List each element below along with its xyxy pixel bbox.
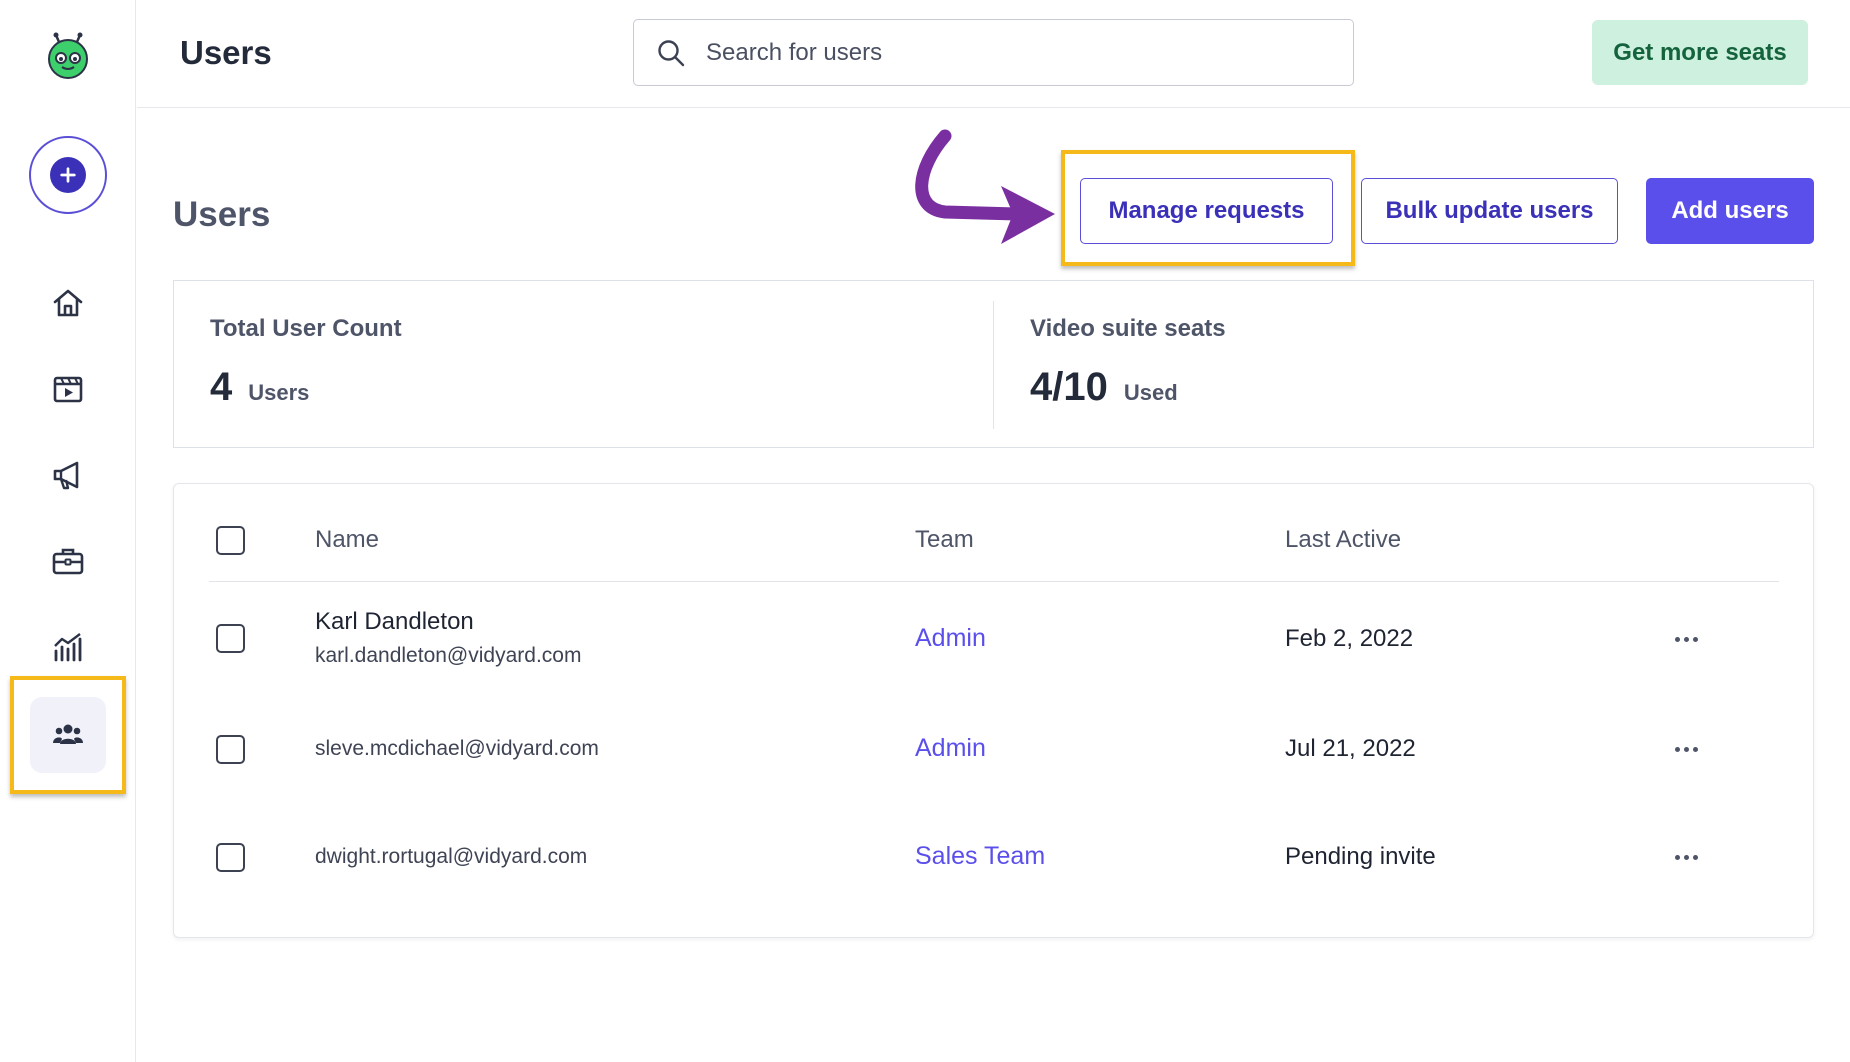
stat-value: 4/10 (1030, 365, 1108, 409)
create-button[interactable] (29, 136, 107, 214)
video-suite-seats-stat: Video suite seats 4/10 Used (1030, 315, 1226, 410)
column-header-team[interactable]: Team (915, 526, 974, 554)
users-icon (53, 724, 83, 744)
page-title: Users (173, 195, 271, 234)
top-header: Users Get more seats (137, 0, 1850, 108)
user-email: sleve.mcdichael@vidyard.com (315, 737, 599, 760)
user-stats-panel: Total User Count 4 Users Video suite sea… (173, 280, 1814, 448)
sidebar-item-campaigns[interactable] (30, 437, 106, 513)
sidebar-item-videos[interactable] (30, 351, 106, 427)
header-divider (209, 581, 1779, 582)
sidebar-item-analytics[interactable] (30, 609, 106, 685)
megaphone-icon (53, 461, 79, 490)
user-last-active: Pending invite (1285, 843, 1436, 870)
search-box[interactable] (633, 19, 1354, 86)
total-user-count-stat: Total User Count 4 Users (210, 315, 402, 410)
user-name: Karl Dandleton (315, 608, 474, 635)
user-team-link[interactable]: Admin (915, 624, 986, 653)
search-icon (658, 39, 685, 66)
manage-requests-button[interactable]: Manage requests (1080, 178, 1333, 244)
stat-value: 4 (210, 365, 233, 409)
stat-unit: Users (248, 380, 310, 405)
select-all-checkbox[interactable] (216, 526, 245, 555)
user-email: dwight.rortugal@vidyard.com (315, 845, 588, 868)
vidyard-robot-logo[interactable] (44, 32, 92, 80)
video-library-icon (53, 376, 83, 403)
add-users-button[interactable]: Add users (1646, 178, 1814, 244)
user-team-link[interactable]: Admin (915, 734, 986, 763)
user-last-active: Jul 21, 2022 (1285, 735, 1416, 762)
stat-unit: Used (1123, 380, 1178, 405)
stats-divider (993, 301, 994, 429)
user-email: karl.dandleton@vidyard.com (315, 644, 582, 667)
search-input[interactable] (706, 38, 1306, 67)
get-more-seats-button[interactable]: Get more seats (1592, 20, 1808, 85)
row-checkbox[interactable] (216, 735, 245, 764)
stat-label: Video suite seats (1030, 315, 1226, 342)
row-checkbox[interactable] (216, 843, 245, 872)
plus-icon (50, 157, 86, 193)
sidebar (0, 0, 136, 1062)
bulk-update-users-button[interactable]: Bulk update users (1361, 178, 1618, 244)
user-team-link[interactable]: Sales Team (915, 842, 1045, 871)
user-last-active: Feb 2, 2022 (1285, 625, 1414, 652)
column-header-name[interactable]: Name (315, 526, 379, 554)
sidebar-item-home[interactable] (30, 265, 106, 341)
analytics-icon (54, 633, 82, 662)
stat-label: Total User Count (210, 315, 402, 342)
sidebar-item-workspaces[interactable] (30, 523, 106, 599)
sidebar-item-users[interactable] (30, 697, 106, 773)
more-options-icon[interactable] (1666, 739, 1706, 759)
more-options-icon[interactable] (1666, 847, 1706, 867)
header-title: Users (180, 34, 272, 71)
users-table: Name Team Last Active Karl Dandleton kar… (173, 483, 1814, 938)
home-icon (53, 289, 83, 317)
callout-arrow-icon (915, 129, 1055, 244)
more-options-icon[interactable] (1666, 629, 1706, 649)
column-header-last-active[interactable]: Last Active (1285, 526, 1401, 554)
briefcase-icon (52, 548, 84, 575)
row-checkbox[interactable] (216, 624, 245, 653)
